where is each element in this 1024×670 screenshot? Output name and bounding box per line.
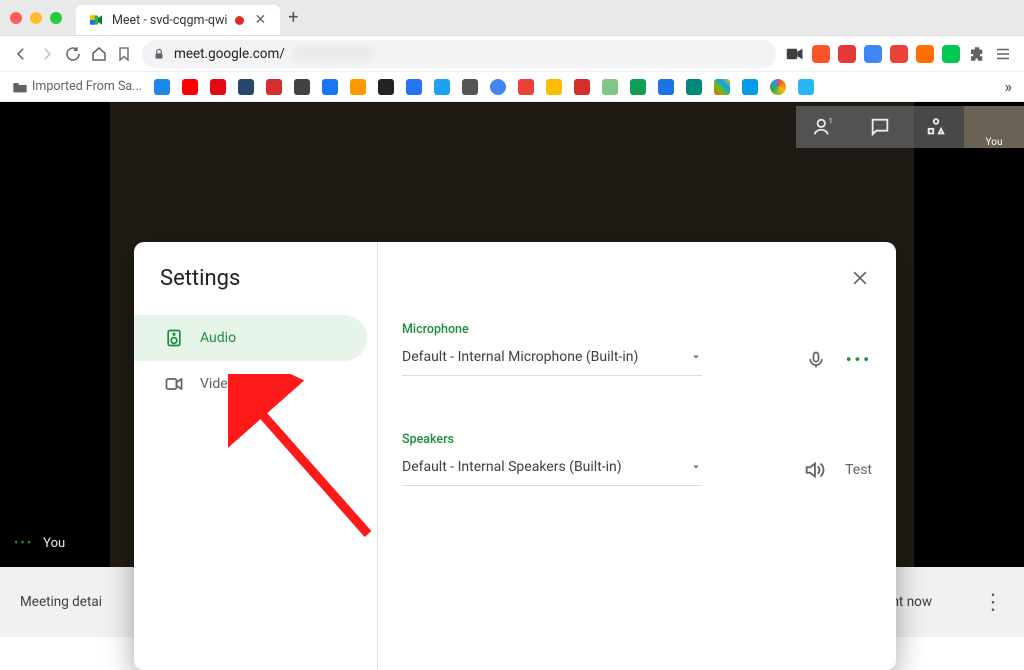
chevron-down-icon bbox=[690, 351, 702, 363]
sidebar-item-audio[interactable]: Audio bbox=[134, 315, 367, 361]
sidebar-item-label: Audio bbox=[200, 330, 236, 346]
bookmark-icon[interactable] bbox=[798, 79, 814, 95]
bookmark-icon[interactable] bbox=[154, 79, 170, 95]
window-titlebar: Meet - svd-cqgm-qwi ✕ + bbox=[0, 0, 1024, 36]
extension-icon[interactable] bbox=[942, 45, 960, 63]
menu-button[interactable] bbox=[994, 45, 1012, 63]
speakers-select[interactable]: Default - Internal Speakers (Built-in) bbox=[402, 453, 702, 486]
camera-icon[interactable] bbox=[786, 47, 804, 61]
bookmark-icon[interactable] bbox=[294, 79, 310, 95]
speaker-icon bbox=[164, 328, 184, 348]
bookmarks-bar: Imported From Sa... » bbox=[0, 72, 1024, 102]
tab-close-button[interactable]: ✕ bbox=[252, 12, 268, 28]
extension-icon[interactable] bbox=[916, 45, 934, 63]
settings-sidebar: Settings Audio Video bbox=[134, 242, 378, 670]
bookmark-icon[interactable] bbox=[462, 79, 478, 95]
chevron-down-icon bbox=[690, 461, 702, 473]
extension-icon[interactable] bbox=[890, 45, 908, 63]
bookmark-icon[interactable] bbox=[742, 79, 758, 95]
bookmark-icon[interactable] bbox=[434, 79, 450, 95]
bookmark-icon[interactable] bbox=[182, 79, 198, 95]
bookmark-icon[interactable] bbox=[378, 79, 394, 95]
browser-toolbar: meet.google.com/ bbox=[0, 36, 1024, 72]
tab-title: Meet - svd-cqgm-qwi bbox=[112, 13, 227, 28]
sound-icon bbox=[803, 459, 825, 481]
bookmark-folder[interactable]: Imported From Sa... bbox=[12, 79, 142, 94]
address-bar[interactable]: meet.google.com/ bbox=[142, 40, 776, 68]
extensions-area bbox=[786, 45, 1012, 63]
reload-button[interactable] bbox=[64, 45, 82, 63]
nav-controls bbox=[12, 45, 132, 63]
microphone-select[interactable]: Default - Internal Microphone (Built-in) bbox=[402, 343, 702, 376]
bookmark-icon[interactable] bbox=[518, 79, 534, 95]
settings-dialog: Settings Audio Video Microphone Defaul bbox=[134, 242, 896, 670]
lock-icon bbox=[152, 47, 166, 61]
meet-favicon-icon bbox=[88, 12, 104, 28]
minimize-window-button[interactable] bbox=[30, 12, 42, 24]
mic-more-button[interactable]: ••• bbox=[846, 350, 872, 369]
bookmark-icon[interactable] bbox=[350, 79, 366, 95]
bookmark-icon[interactable] bbox=[546, 79, 562, 95]
sidebar-item-video[interactable]: Video bbox=[134, 361, 367, 407]
bookmark-icon[interactable] bbox=[630, 79, 646, 95]
bookmark-icon[interactable] bbox=[322, 79, 338, 95]
maximize-window-button[interactable] bbox=[50, 12, 62, 24]
settings-title: Settings bbox=[160, 266, 367, 291]
bookmark-icon[interactable] bbox=[658, 79, 674, 95]
bookmark-icon[interactable] bbox=[210, 79, 226, 95]
extension-icon[interactable] bbox=[838, 45, 856, 63]
speakers-row: Default - Internal Speakers (Built-in) T… bbox=[402, 453, 872, 486]
bookmarks-overflow-button[interactable]: » bbox=[1005, 77, 1013, 96]
bookmark-icon[interactable] bbox=[238, 79, 254, 95]
recording-icon bbox=[235, 16, 244, 25]
microphone-row: Default - Internal Microphone (Built-in)… bbox=[402, 343, 872, 376]
test-speakers-button[interactable]: Test bbox=[845, 462, 872, 478]
address-host: meet.google.com/ bbox=[174, 46, 285, 62]
extension-icon[interactable] bbox=[812, 45, 830, 63]
browser-tab[interactable]: Meet - svd-cqgm-qwi ✕ bbox=[76, 5, 280, 35]
bookmark-icon[interactable] bbox=[714, 79, 730, 95]
settings-main: Microphone Default - Internal Microphone… bbox=[378, 242, 896, 670]
speakers-value: Default - Internal Speakers (Built-in) bbox=[402, 459, 622, 475]
microphone-value: Default - Internal Microphone (Built-in) bbox=[402, 349, 638, 365]
new-tab-button[interactable]: + bbox=[288, 7, 298, 28]
bookmark-button[interactable] bbox=[116, 45, 132, 63]
back-button[interactable] bbox=[12, 45, 30, 63]
bookmark-icon[interactable] bbox=[406, 79, 422, 95]
speakers-label: Speakers bbox=[402, 432, 872, 447]
extensions-button[interactable] bbox=[968, 45, 986, 63]
bookmark-icon[interactable] bbox=[266, 79, 282, 95]
meet-app: 1 You ••• You Meeting detai Turn on capt… bbox=[0, 102, 1024, 637]
close-icon bbox=[850, 268, 870, 288]
home-button[interactable] bbox=[90, 45, 108, 63]
bookmark-icon[interactable] bbox=[602, 79, 618, 95]
folder-icon bbox=[12, 80, 28, 94]
close-window-button[interactable] bbox=[10, 12, 22, 24]
forward-button[interactable] bbox=[38, 45, 56, 63]
bookmark-icon[interactable] bbox=[490, 79, 506, 95]
video-icon bbox=[164, 374, 184, 394]
sidebar-item-label: Video bbox=[200, 376, 236, 392]
bookmark-favicons bbox=[154, 79, 992, 95]
window-controls bbox=[10, 12, 62, 24]
bookmark-icon[interactable] bbox=[770, 79, 786, 95]
extension-icon[interactable] bbox=[864, 45, 882, 63]
bookmark-icon[interactable] bbox=[574, 79, 590, 95]
bookmark-icon[interactable] bbox=[686, 79, 702, 95]
bookmark-folder-label: Imported From Sa... bbox=[32, 79, 142, 94]
close-dialog-button[interactable] bbox=[844, 262, 876, 298]
microphone-label: Microphone bbox=[402, 322, 872, 337]
mic-level-icon bbox=[806, 350, 826, 370]
modal-scrim[interactable]: Settings Audio Video Microphone Defaul bbox=[0, 102, 1024, 637]
address-path-obscured bbox=[293, 47, 373, 61]
